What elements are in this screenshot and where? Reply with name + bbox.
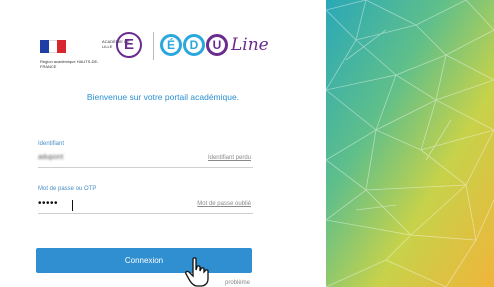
login-panel: Région académique HAUTS-DE-FRANCE ACADÉM… [0,0,326,287]
text-caret [72,200,73,211]
edu-letter-d: D [183,34,205,56]
hand-cursor-icon [185,257,209,287]
academie-logo: ACADÉMIE DE LILLE E [102,30,142,66]
edu-letter-u: U [206,34,228,56]
identifier-forgot-link[interactable]: Identifiant perdu [208,155,251,161]
password-field[interactable]: ••••• Mot de passe oublié [38,198,253,214]
password-forgot-link[interactable]: Mot de passe oublié [197,201,251,207]
identifier-label: Identifiant [38,141,65,147]
decorative-background [326,0,494,287]
password-value: ••••• [38,198,59,209]
password-label: Mot de passe ou OTP [38,186,97,192]
french-flag-icon [40,40,67,53]
academie-e-icon: E [116,32,142,58]
welcome-text: Bienvenue sur votre portail académique. [86,92,240,102]
help-link[interactable]: problème [225,280,250,286]
identifier-field[interactable]: adupont Identifiant perdu [38,152,253,168]
header-logos: Région académique HAUTS-DE-FRANCE ACADÉM… [40,26,300,86]
logo-divider [153,32,154,60]
edu-line-text: Line [231,35,269,55]
identifier-value: adupont [38,154,64,161]
polygon-pattern-image [326,0,494,287]
connexion-button[interactable]: Connexion [36,248,252,273]
eduline-logo: É D U Line [160,30,269,60]
edu-letter-e: É [160,34,182,56]
region-label: Région académique HAUTS-DE-FRANCE [40,59,99,69]
